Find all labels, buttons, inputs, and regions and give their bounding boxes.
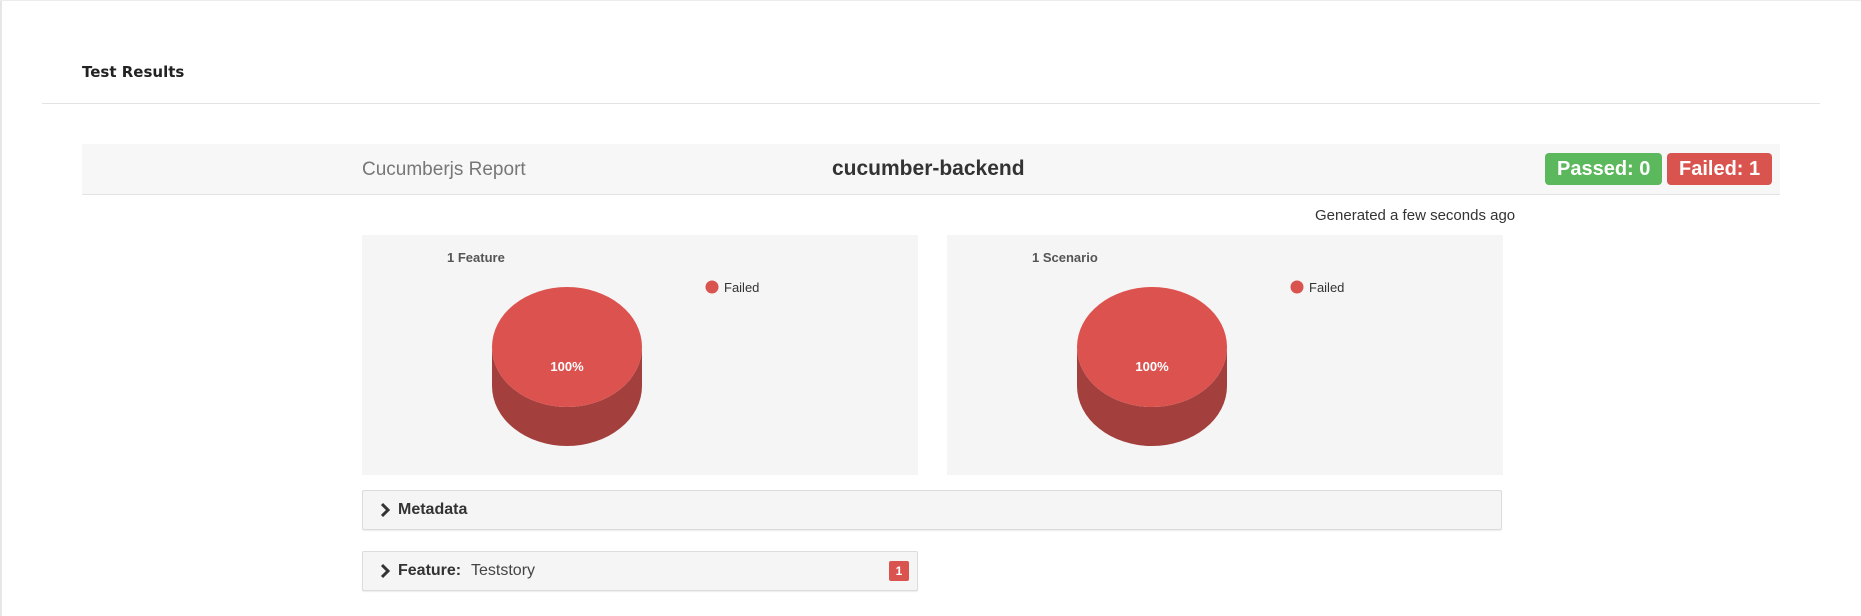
report-navbar: Cucumberjs Report cucumber-backend Passe… <box>82 144 1780 195</box>
legend-label-failed: Failed <box>724 280 759 295</box>
page-title: Test Results <box>82 63 185 81</box>
pie-slice-label: 100% <box>1135 359 1169 374</box>
chevron-right-icon <box>380 563 391 579</box>
top-border <box>0 0 1861 1</box>
legend-marker-failed <box>705 280 719 294</box>
metadata-label: Metadata <box>398 501 468 518</box>
metadata-accordion[interactable]: Metadata <box>362 490 1502 530</box>
title-divider <box>42 103 1820 104</box>
legend-label-failed: Failed <box>1309 280 1344 295</box>
scenarios-chart-panel: 1 Scenario 100% Failed <box>947 235 1503 475</box>
chevron-right-icon <box>380 502 391 518</box>
report-brand[interactable]: Cucumberjs Report <box>362 159 526 181</box>
feature-label: Feature: <box>398 562 462 579</box>
failed-count-badge: 1 <box>889 561 909 581</box>
chart-title: 1 Scenario <box>1032 250 1098 265</box>
scenarios-pie-chart: 1 Scenario 100% Failed <box>1032 250 1344 446</box>
pie-slice-failed <box>492 287 642 407</box>
passed-badge: Passed: 0 <box>1545 153 1663 185</box>
feature-accordion-teststory[interactable]: Feature: Teststory 1 <box>362 551 918 591</box>
chart-title: 1 Feature <box>447 250 505 265</box>
generated-timestamp: Generated a few seconds ago <box>1315 207 1516 224</box>
pie-slice-label: 100% <box>550 359 584 374</box>
features-pie-chart: 1 Feature 100% Failed <box>447 250 759 446</box>
failed-badge: Failed: 1 <box>1667 153 1773 185</box>
project-name: cucumber-backend <box>832 157 1025 180</box>
feature-name: Teststory <box>471 562 536 579</box>
left-border <box>0 0 2 616</box>
pie-slice-failed <box>1077 287 1227 407</box>
legend-marker-failed <box>1290 280 1304 294</box>
features-chart-panel: 1 Feature 100% Failed <box>362 235 918 475</box>
